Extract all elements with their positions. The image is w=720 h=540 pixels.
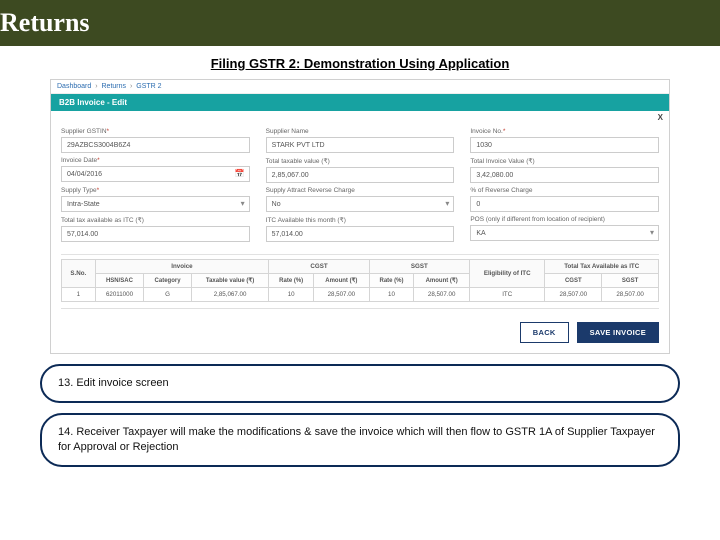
- table-subheader-row: HSN/SAC Category Taxable value (₹) Rate …: [62, 274, 659, 288]
- back-button[interactable]: BACK: [520, 322, 569, 343]
- page-title: Returns: [0, 8, 712, 38]
- slide-subtitle: Filing GSTR 2: Demonstration Using Appli…: [0, 56, 720, 71]
- horizontal-scrollbar[interactable]: [61, 308, 659, 316]
- input-itc-month[interactable]: 57,014.00: [266, 226, 455, 242]
- input-total-itc[interactable]: 57,014.00: [61, 226, 250, 242]
- input-pct-reverse-charge[interactable]: 0: [470, 196, 659, 212]
- select-reverse-charge[interactable]: No▾: [266, 196, 455, 212]
- breadcrumb-item[interactable]: Dashboard: [57, 83, 91, 90]
- line-items-table: S.No. Invoice CGST SGST Eligibility of I…: [61, 259, 659, 302]
- chevron-down-icon: ▾: [241, 199, 245, 208]
- callout-container: 13. Edit invoice screen 14. Receiver Tax…: [0, 364, 720, 477]
- table-header-row: S.No. Invoice CGST SGST Eligibility of I…: [62, 260, 659, 274]
- chevron-right-icon: ›: [95, 83, 97, 90]
- field-total-taxable: Total taxable value (₹) 2,85,067.00: [266, 157, 455, 183]
- callout-step-14: 14. Receiver Taxpayer will make the modi…: [40, 413, 680, 467]
- field-total-itc: Total tax available as ITC (₹) 57,014.00: [61, 216, 250, 242]
- field-invoice-date: Invoice Date* 04/04/2016📅: [61, 157, 250, 183]
- input-invoice-no[interactable]: 1030: [470, 137, 659, 153]
- app-screenshot-frame: Dashboard › Returns › GSTR 2 B2B Invoice…: [50, 79, 670, 354]
- col-cgst: CGST: [269, 260, 369, 274]
- input-total-invoice-value[interactable]: 3,42,080.00: [470, 167, 659, 183]
- chevron-down-icon: ▾: [650, 228, 654, 237]
- divider: [61, 254, 659, 255]
- field-reverse-charge: Supply Attract Reverse Charge No▾: [266, 187, 455, 212]
- field-total-invoice-value: Total Invoice Value (₹) 3,42,080.00: [470, 157, 659, 183]
- close-icon[interactable]: X: [658, 113, 663, 122]
- button-row: BACK SAVE INVOICE: [51, 316, 669, 353]
- input-invoice-date[interactable]: 04/04/2016📅: [61, 166, 250, 182]
- invoice-form: Supplier GSTIN* 29AZBCS3004B6Z4 Supplier…: [51, 124, 669, 250]
- select-supply-type[interactable]: Intra-State▾: [61, 196, 250, 212]
- col-invoice: Invoice: [95, 260, 269, 274]
- input-total-taxable[interactable]: 2,85,067.00: [266, 167, 455, 183]
- callout-step-13: 13. Edit invoice screen: [40, 364, 680, 403]
- panel-header: B2B Invoice - Edit: [51, 94, 669, 111]
- field-pos: POS (only if different from location of …: [470, 216, 659, 242]
- col-sno: S.No.: [62, 260, 96, 288]
- calendar-icon[interactable]: 📅: [235, 169, 245, 178]
- col-itc: Total Tax Available as ITC: [545, 260, 659, 274]
- field-invoice-no: Invoice No.* 1030: [470, 128, 659, 153]
- field-itc-month: ITC Available this month (₹) 57,014.00: [266, 216, 455, 242]
- input-supplier-name[interactable]: STARK PVT LTD: [266, 137, 455, 153]
- field-pct-reverse-charge: % of Reverse Charge 0: [470, 187, 659, 212]
- input-supplier-gstin[interactable]: 29AZBCS3004B6Z4: [61, 137, 250, 153]
- chevron-right-icon: ›: [130, 83, 132, 90]
- field-supplier-name: Supplier Name STARK PVT LTD: [266, 128, 455, 153]
- breadcrumb-item[interactable]: GSTR 2: [136, 83, 161, 90]
- breadcrumb: Dashboard › Returns › GSTR 2: [51, 80, 669, 94]
- select-pos[interactable]: KA▾: [470, 225, 659, 241]
- breadcrumb-item[interactable]: Returns: [102, 83, 127, 90]
- col-sgst: SGST: [369, 260, 469, 274]
- save-invoice-button[interactable]: SAVE INVOICE: [577, 322, 659, 343]
- field-supply-type: Supply Type* Intra-State▾: [61, 187, 250, 212]
- table-row[interactable]: 1 62011000 G 2,85,067.00 10 28,507.00 10…: [62, 288, 659, 302]
- field-supplier-gstin: Supplier GSTIN* 29AZBCS3004B6Z4: [61, 128, 250, 153]
- slide-title-banner: Returns: [0, 0, 720, 46]
- col-eligibility: Eligibility of ITC: [469, 260, 544, 288]
- chevron-down-icon: ▾: [445, 199, 449, 208]
